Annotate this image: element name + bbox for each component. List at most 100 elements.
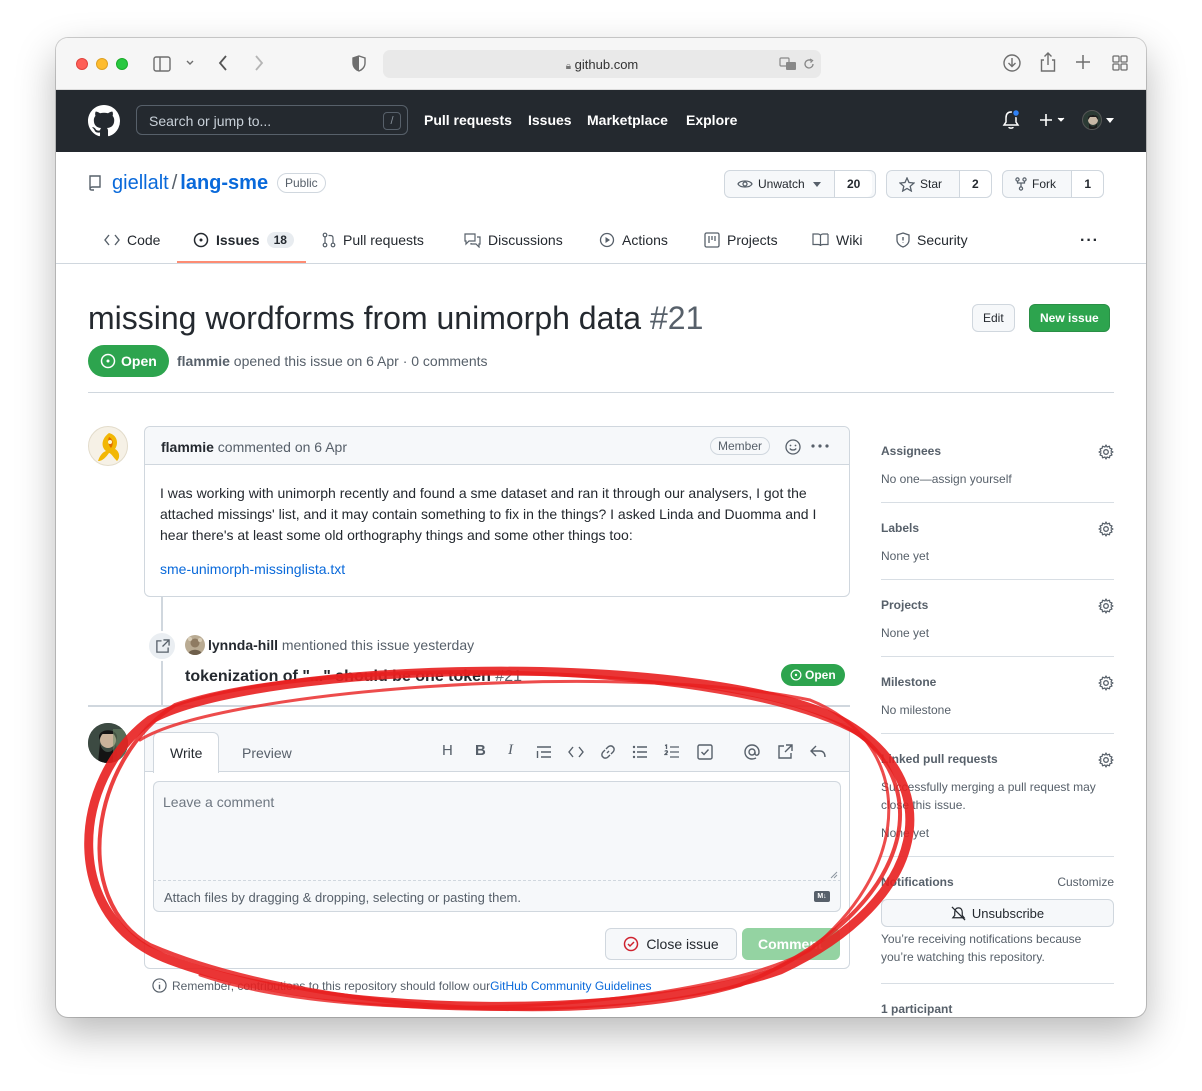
issue-meta-text: opened this issue on 6 Apr · 0 comments [229, 353, 488, 369]
preview-tab[interactable]: Preview [242, 745, 292, 761]
edit-title-button[interactable]: Edit [972, 304, 1015, 332]
download-icon[interactable] [1003, 54, 1021, 72]
resize-handle-icon[interactable] [830, 871, 838, 879]
italic-icon[interactable]: I [508, 742, 513, 759]
github-logo-icon[interactable] [88, 105, 120, 137]
close-window-button[interactable] [76, 58, 88, 70]
code-icon[interactable] [568, 746, 584, 758]
more-tabs-button[interactable]: ··· [1080, 232, 1099, 250]
issue-author-link[interactable]: flammie [177, 353, 230, 369]
comment-author-link[interactable]: flammie [161, 439, 214, 455]
heading-icon[interactable]: H [442, 742, 453, 759]
bell-slash-icon [951, 906, 966, 920]
file-attach-bar[interactable]: Attach files by dragging & dropping, sel… [153, 880, 841, 912]
tab-overview-icon[interactable] [1112, 55, 1128, 71]
fork-count[interactable]: 1 [1072, 171, 1103, 197]
nav-marketplace[interactable]: Marketplace [587, 112, 668, 128]
flammie-avatar[interactable] [88, 426, 128, 466]
header-divider [88, 392, 1114, 393]
gear-icon[interactable] [1098, 598, 1114, 614]
share-icon[interactable] [1040, 52, 1056, 72]
play-icon [599, 232, 615, 248]
tab-pull-requests[interactable]: Pull requests [322, 232, 424, 248]
bold-icon[interactable]: B [475, 742, 486, 759]
tab-wiki[interactable]: Wiki [812, 232, 862, 248]
lynnda-hill-avatar[interactable] [185, 635, 205, 655]
sidebar-labels[interactable]: Labels None yet [881, 521, 1114, 565]
tab-actions[interactable]: Actions [599, 232, 668, 248]
ordered-list-icon[interactable] [664, 744, 680, 759]
watch-count[interactable]: 20 [835, 171, 873, 197]
create-new-icon[interactable] [1039, 113, 1067, 127]
tab-security[interactable]: Security [896, 232, 968, 248]
star-button[interactable]: Star [887, 171, 960, 197]
comment-submit-button[interactable]: Comment [742, 928, 840, 960]
sidebar-linked-prs-description: Successfully merging a pull request may … [881, 780, 1096, 812]
nav-explore[interactable]: Explore [686, 112, 737, 128]
mention-icon[interactable] [744, 744, 760, 760]
community-guidelines-link[interactable]: GitHub Community Guidelines [490, 979, 651, 993]
watch-button-group: Unwatch 20 [724, 170, 876, 198]
notifications-bell-icon[interactable] [1002, 110, 1020, 130]
task-list-icon[interactable] [697, 744, 713, 760]
search-input[interactable]: Search or jump to... / [136, 105, 408, 135]
chevron-down-icon[interactable] [1106, 118, 1114, 123]
translate-icon[interactable] [779, 57, 797, 71]
unsubscribe-button[interactable]: Unsubscribe [881, 899, 1114, 927]
reply-icon[interactable] [810, 745, 826, 759]
reload-icon[interactable] [803, 58, 815, 70]
forward-icon[interactable] [254, 55, 264, 71]
nav-issues[interactable]: Issues [528, 112, 572, 128]
event-actor-link[interactable]: lynnda-hill [208, 637, 278, 653]
sidebar-assignees-value[interactable]: No one—assign yourself [881, 470, 1114, 488]
zoom-window-button[interactable] [116, 58, 128, 70]
referenced-issue-link[interactable]: tokenization of "..." should be one toke… [185, 668, 522, 686]
write-tab[interactable]: Write [153, 732, 219, 773]
new-tab-icon[interactable] [1076, 55, 1090, 69]
tab-discussions[interactable]: Discussions [464, 232, 563, 248]
close-issue-button[interactable]: Close issue [605, 928, 737, 960]
minimize-window-button[interactable] [96, 58, 108, 70]
sidebar-divider [881, 656, 1114, 657]
chevron-down-icon[interactable] [186, 60, 194, 66]
issue-state-badge: Open [88, 345, 169, 377]
link-icon[interactable] [600, 744, 616, 760]
new-issue-button[interactable]: New issue [1029, 304, 1110, 332]
repo-owner-link[interactable]: giellalt [112, 172, 169, 194]
nav-pull-requests[interactable]: Pull requests [424, 112, 512, 128]
url-text: 🔒︎ github.com [565, 57, 639, 72]
tab-issues[interactable]: Issues 18 [193, 232, 294, 248]
sidebar-linked-prs[interactable]: Linked pull requests Successfully mergin… [881, 752, 1114, 842]
repo-header: giellalt / lang-sme Public Unwatch 20 Star… [56, 152, 1146, 264]
gear-icon[interactable] [1098, 444, 1114, 460]
gear-icon[interactable] [1098, 521, 1114, 537]
tab-actions-label: Actions [622, 232, 668, 248]
unwatch-button[interactable]: Unwatch [725, 171, 835, 197]
back-icon[interactable] [218, 55, 228, 71]
sidebar-icon[interactable] [153, 56, 171, 72]
cross-reference-icon[interactable] [777, 744, 793, 760]
star-count[interactable]: 2 [960, 171, 991, 197]
smiley-icon[interactable] [785, 439, 801, 455]
gear-icon[interactable] [1098, 675, 1114, 691]
user-avatar[interactable] [1082, 110, 1102, 130]
markdown-icon[interactable]: M↓ [814, 891, 830, 902]
fork-button[interactable]: Fork [1003, 171, 1073, 197]
quote-icon[interactable] [536, 745, 552, 759]
gear-icon[interactable] [1098, 752, 1114, 768]
unordered-list-icon[interactable] [632, 745, 648, 759]
attachment-link[interactable]: sme-unimorph-missinglista.txt [160, 561, 345, 577]
privacy-shield-icon[interactable] [352, 55, 366, 72]
sidebar-projects[interactable]: Projects None yet [881, 598, 1114, 642]
current-user-avatar[interactable] [88, 723, 128, 763]
customize-notifications-link[interactable]: Customize [1057, 875, 1114, 889]
sidebar-assignees[interactable]: Assignees No one—assign yourself [881, 444, 1114, 488]
kebab-horizontal-icon[interactable] [811, 444, 829, 448]
repo-name-link[interactable]: lang-sme [180, 172, 268, 194]
tab-code[interactable]: Code [104, 232, 160, 248]
address-bar[interactable]: 🔒︎ github.com [383, 50, 821, 78]
project-icon [704, 232, 720, 248]
comment-textarea[interactable]: Leave a comment [153, 781, 841, 881]
sidebar-milestone[interactable]: Milestone No milestone [881, 675, 1114, 719]
tab-projects[interactable]: Projects [704, 232, 778, 248]
